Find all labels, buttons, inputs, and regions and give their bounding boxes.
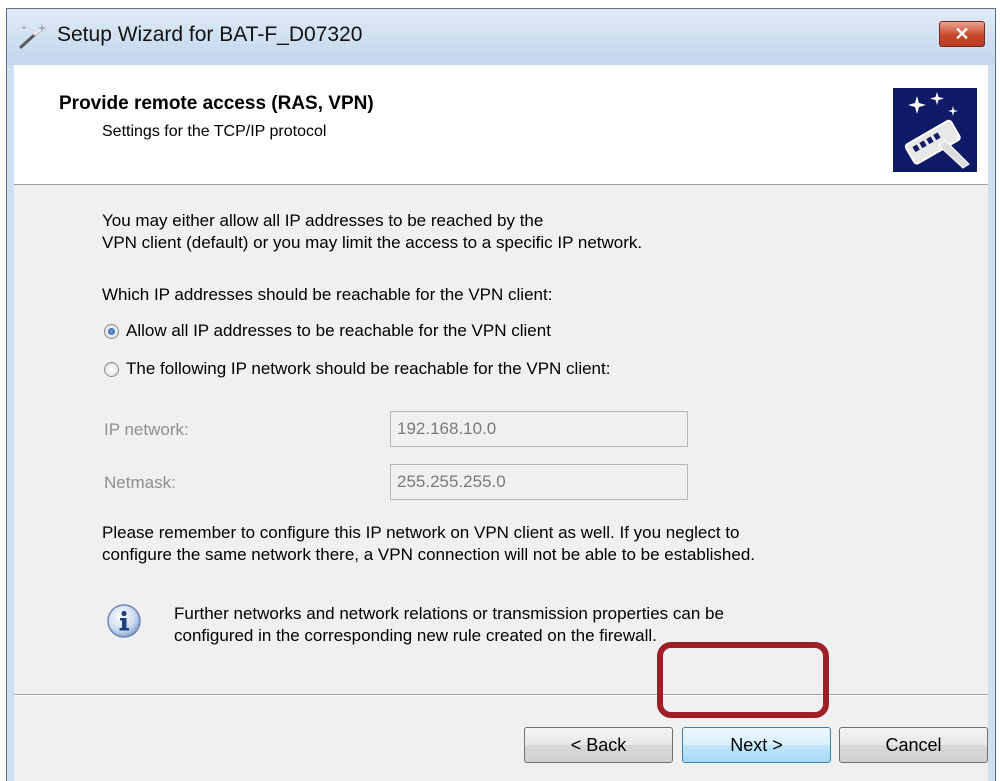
- cancel-button[interactable]: Cancel: [839, 727, 988, 763]
- netmask-field[interactable]: 255.255.255.0: [390, 464, 688, 500]
- page-title: Provide remote access (RAS, VPN): [59, 93, 374, 114]
- intro-line-1: You may either allow all IP addresses to…: [102, 211, 544, 230]
- radio-allow-all-label[interactable]: Allow all IP addresses to be reachable f…: [126, 321, 551, 341]
- intro-line-2: VPN client (default) or you may limit th…: [102, 233, 643, 252]
- question-text: Which IP addresses should be reachable f…: [102, 285, 553, 304]
- next-button-highlight: [657, 642, 829, 718]
- reminder-line-1: Please remember to configure this IP net…: [102, 523, 740, 542]
- reminder-text: Please remember to configure this IP net…: [102, 522, 755, 566]
- radio-specific-network-label[interactable]: The following IP network should be reach…: [126, 359, 610, 379]
- footer-divider: [14, 694, 988, 696]
- ip-network-label: IP network:: [104, 420, 189, 439]
- window-title: Setup Wizard for BAT-F_D07320: [57, 23, 363, 46]
- radio-button-unselected[interactable]: [104, 361, 119, 377]
- info-icon: [107, 604, 141, 638]
- info-line-1: Further networks and network relations o…: [174, 604, 724, 623]
- next-button[interactable]: Next >: [682, 727, 831, 763]
- info-text: Further networks and network relations o…: [174, 603, 724, 647]
- setup-wizard-window: Setup Wizard for BAT-F_D07320 ✕ Provide …: [6, 8, 996, 781]
- close-icon: ✕: [954, 24, 970, 44]
- netmask-label: Netmask:: [104, 473, 176, 492]
- radio-allow-all[interactable]: Allow all IP addresses to be reachable f…: [104, 321, 551, 341]
- intro-text: You may either allow all IP addresses to…: [102, 210, 642, 254]
- page-subtitle: Settings for the TCP/IP protocol: [102, 123, 327, 140]
- wizard-page: Provide remote access (RAS, VPN) Setting…: [14, 65, 988, 781]
- radio-specific-network[interactable]: The following IP network should be reach…: [104, 359, 610, 379]
- radio-button-selected[interactable]: [104, 323, 119, 339]
- wizard-header-image-icon: [893, 88, 977, 172]
- wizard-header: Provide remote access (RAS, VPN) Setting…: [14, 65, 988, 185]
- reminder-line-2: configure the same network there, a VPN …: [102, 545, 755, 564]
- close-button[interactable]: ✕: [939, 21, 985, 47]
- ip-network-field[interactable]: 192.168.10.0: [390, 411, 688, 447]
- back-button[interactable]: < Back: [524, 727, 673, 763]
- wizard-wand-icon: [19, 24, 46, 49]
- title-bar[interactable]: Setup Wizard for BAT-F_D07320 ✕: [7, 9, 995, 65]
- info-line-2: configured in the corresponding new rule…: [174, 626, 657, 645]
